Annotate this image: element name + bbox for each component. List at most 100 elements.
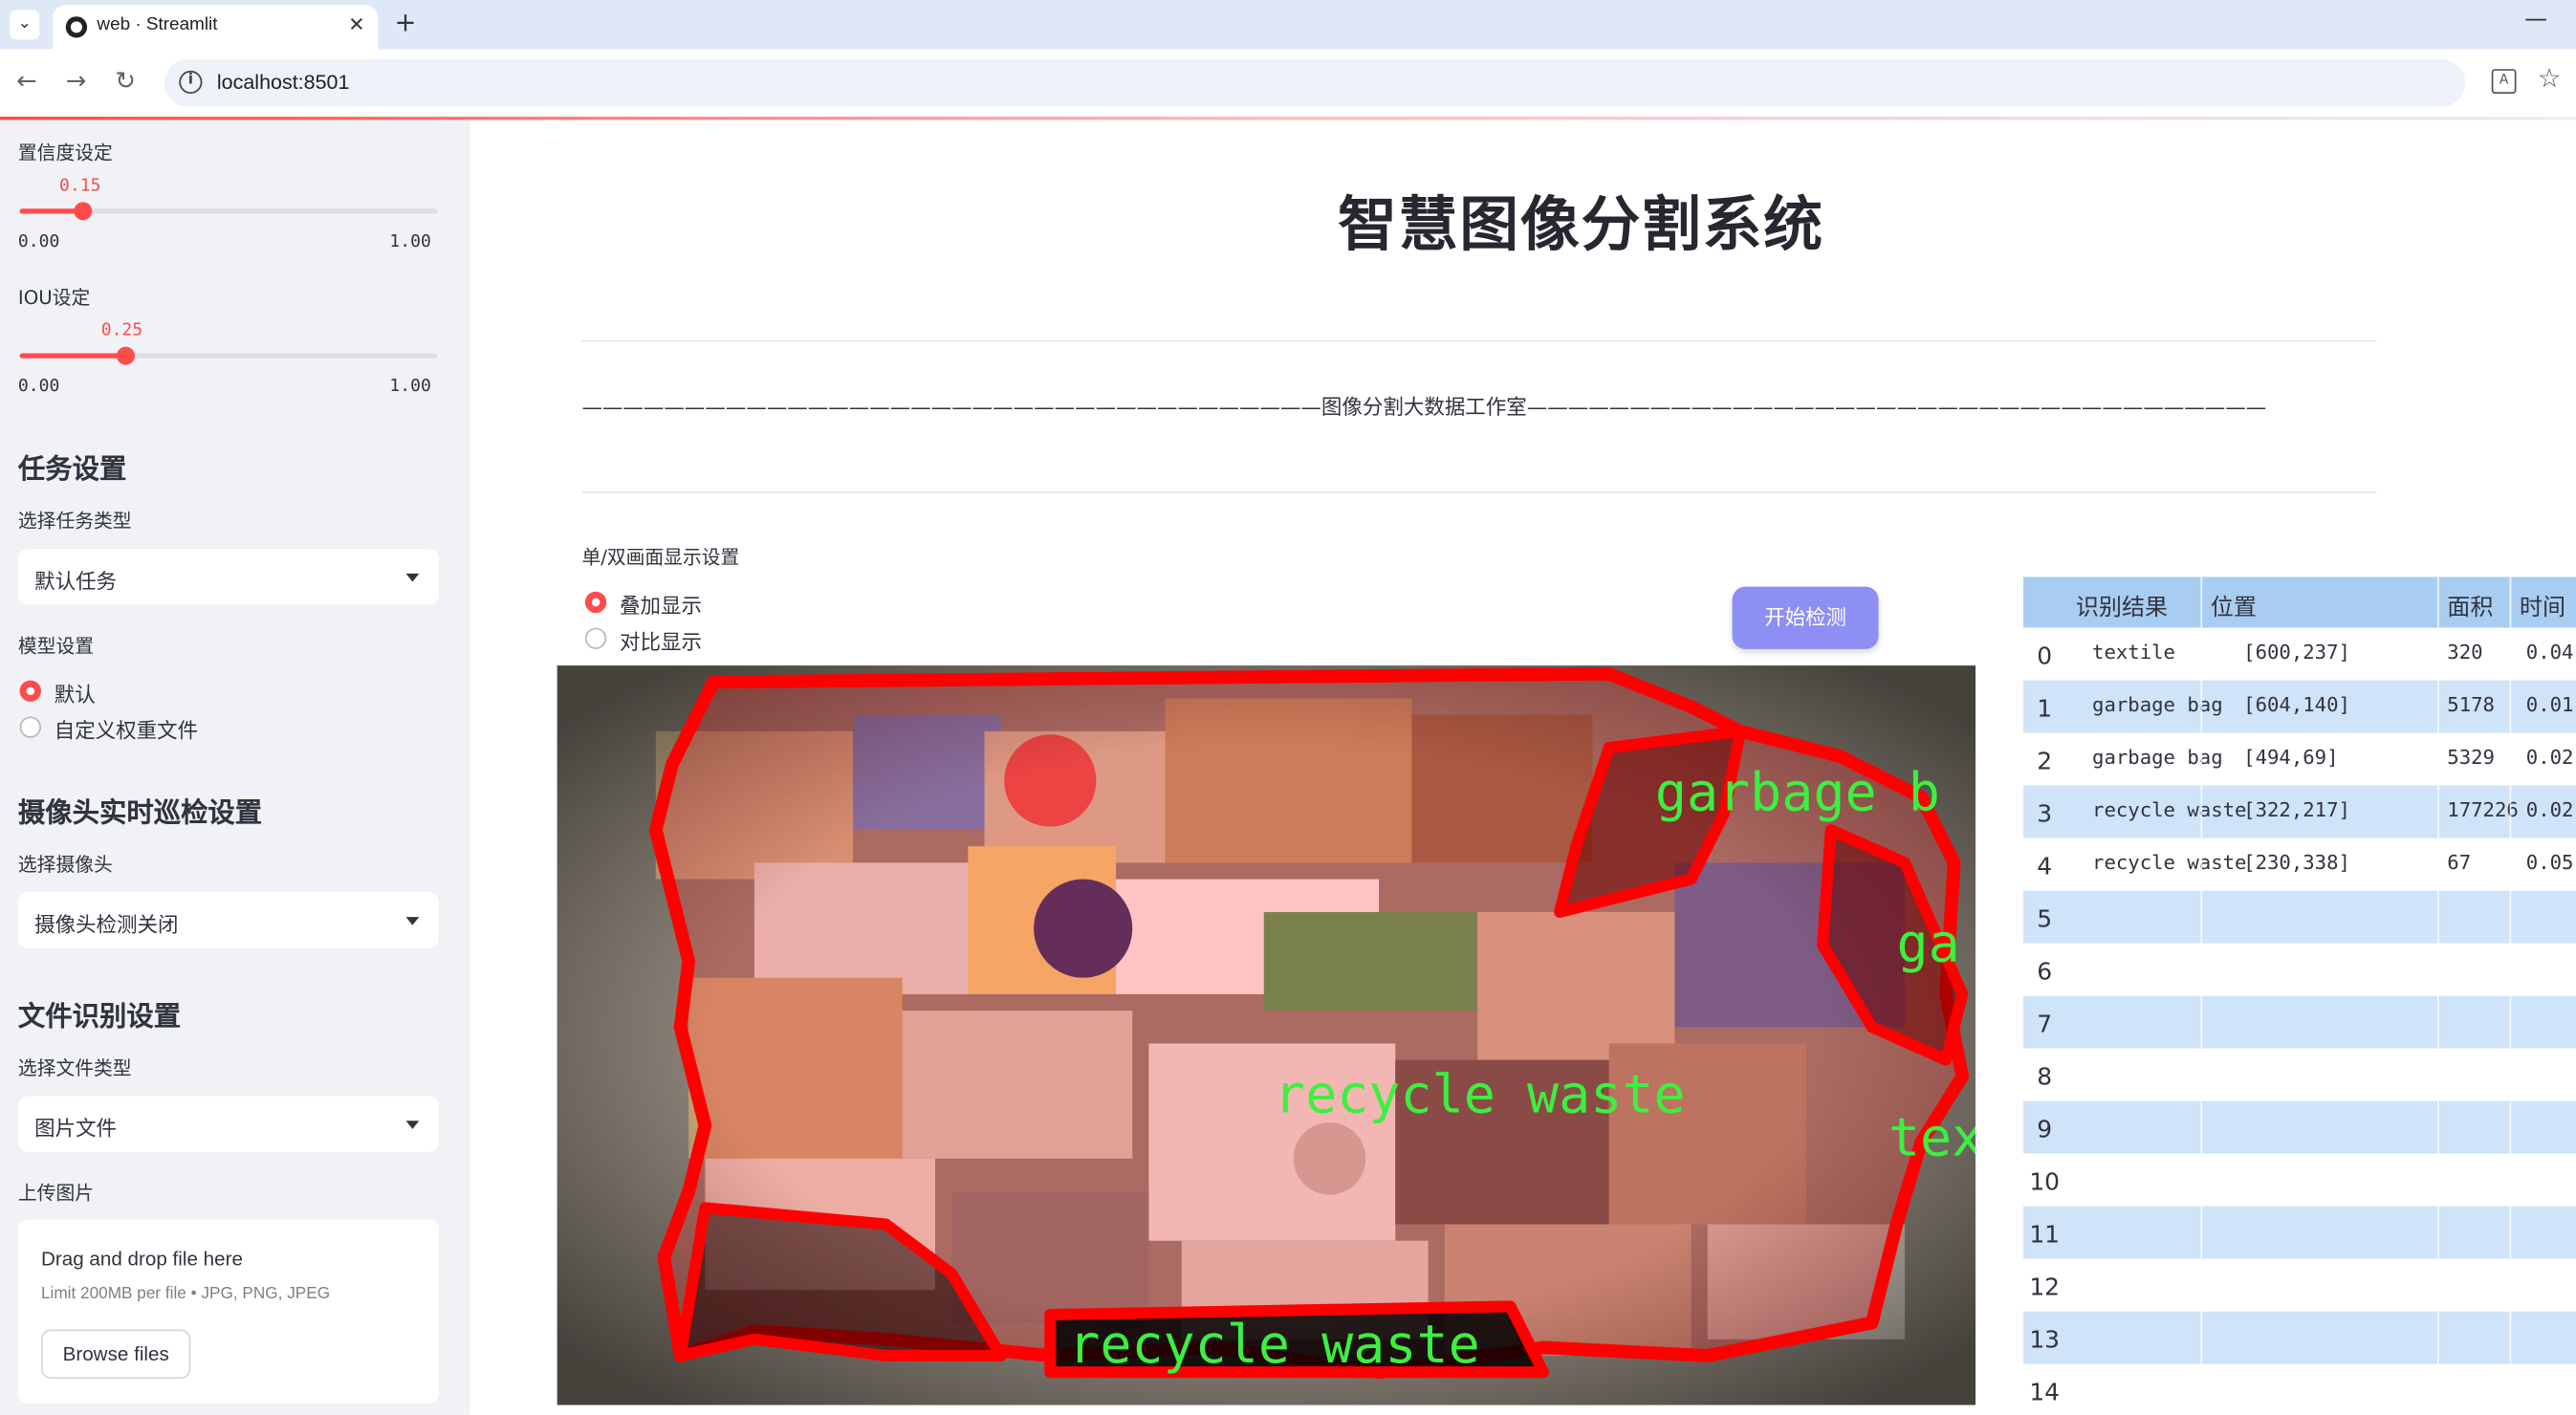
row-time: 0.04 <box>2525 641 2574 664</box>
row-area: 5178 <box>2447 693 2495 717</box>
camera-select-value: 摄像头检测关闭 <box>34 911 179 937</box>
display-option-compare: 对比显示 <box>619 629 702 655</box>
results-table[interactable]: 识别结果 位置 面积 时间 0 textile [600,237] 320 0.04 1 g… <box>2022 577 2576 1415</box>
row-index: 1 <box>2037 696 2053 724</box>
table-row[interactable]: 8 <box>2022 1048 2576 1101</box>
row-position: [230,338] <box>2243 851 2350 875</box>
row-index: 12 <box>2029 1274 2061 1302</box>
url-text[interactable]: localhost:8501 <box>217 71 350 94</box>
row-index: 8 <box>2037 1064 2053 1092</box>
streamlit-favicon-icon <box>65 16 88 38</box>
iou-value: 0.25 <box>100 320 143 340</box>
detection-label-garbage-bag-2: ga <box>1896 911 1960 975</box>
confidence-slider[interactable] <box>19 202 438 221</box>
upload-dropzone-title: Drag and drop file here <box>40 1247 243 1271</box>
url-bar[interactable]: i localhost:8501 <box>164 58 2466 107</box>
bookmark-star-icon[interactable]: ☆ <box>2538 62 2562 94</box>
task-type-select[interactable]: 默认任务 <box>17 549 439 605</box>
table-row[interactable]: 5 <box>2022 890 2576 944</box>
row-label: textile <box>2092 641 2175 664</box>
row-position: [494,69] <box>2243 746 2339 770</box>
row-area: 177226 <box>2447 798 2519 822</box>
table-row[interactable]: 9 <box>2022 1100 2576 1154</box>
chevron-down-icon <box>405 1121 420 1129</box>
forward-arrow-icon[interactable]: → <box>66 66 87 96</box>
tab-search-chevron-icon[interactable]: ⌄ <box>10 10 40 40</box>
radio-unselected-icon[interactable] <box>19 716 41 738</box>
site-info-icon[interactable]: i <box>179 70 203 94</box>
table-row[interactable]: 10 <box>2022 1153 2576 1207</box>
new-tab-plus-icon[interactable]: + <box>395 7 417 38</box>
iou-slider-thumb[interactable] <box>116 346 135 365</box>
table-row[interactable]: 6 <box>2022 943 2576 996</box>
row-time: 0.05 <box>2525 851 2574 875</box>
row-index: 9 <box>2037 1117 2053 1144</box>
header-result: 识别结果 <box>2075 595 2169 621</box>
table-header: 识别结果 位置 面积 时间 <box>2022 577 2576 628</box>
chevron-down-icon <box>405 917 420 925</box>
table-row[interactable]: 2 garbage bag [494,69] 5329 0.02 <box>2022 732 2576 786</box>
row-time: 0.02 <box>2525 746 2574 770</box>
radio-selected-icon[interactable] <box>19 680 41 702</box>
radio-unselected-icon[interactable] <box>584 627 607 649</box>
row-index: 3 <box>2037 801 2053 829</box>
camera-select-label: 选择摄像头 <box>17 853 113 877</box>
table-row[interactable]: 11 <box>2022 1206 2576 1259</box>
table-row[interactable]: 7 <box>2022 995 2576 1049</box>
start-detection-button[interactable]: 开始检测 <box>1732 586 1879 649</box>
row-label: recycle waste <box>2092 798 2247 822</box>
camera-settings-header: 摄像头实时巡检设置 <box>17 796 263 829</box>
table-row[interactable]: 14 <box>2022 1363 2576 1415</box>
row-position: [600,237] <box>2243 641 2350 664</box>
upload-limit-text: Limit 200MB per file • JPG, PNG, JPEG <box>40 1285 331 1304</box>
chevron-down-icon <box>405 573 420 582</box>
row-label: garbage bag <box>2092 693 2223 717</box>
table-row[interactable]: 12 <box>2022 1258 2576 1312</box>
radio-selected-icon[interactable] <box>584 591 607 614</box>
browse-files-button[interactable]: Browse files <box>40 1329 191 1380</box>
column-divider <box>2200 577 2203 1415</box>
tab-title: web · Streamlit <box>97 14 218 35</box>
column-divider <box>2436 577 2439 1415</box>
row-area: 320 <box>2447 641 2483 664</box>
file-uploader-dropzone[interactable]: Drag and drop file here Limit 200MB per … <box>17 1219 439 1404</box>
file-settings-header: 文件识别设置 <box>17 1000 182 1033</box>
display-option-overlay: 叠加显示 <box>619 593 702 619</box>
camera-select[interactable]: 摄像头检测关闭 <box>17 892 439 948</box>
table-row[interactable]: 0 textile [600,237] 320 0.04 <box>2022 627 2576 681</box>
browser-tab-bar: ⌄ web · Streamlit ✕ + — <box>0 0 2576 50</box>
browser-address-bar: ← → ↻ i localhost:8501 A ☆ <box>0 49 2576 118</box>
back-arrow-icon[interactable]: ← <box>16 66 37 96</box>
confidence-label: 置信度设定 <box>17 141 113 164</box>
model-settings-label: 模型设置 <box>17 634 94 658</box>
iou-slider[interactable] <box>19 346 438 365</box>
row-index: 14 <box>2029 1380 2061 1407</box>
header-time: 时间 <box>2519 595 2566 621</box>
row-time: 0.02 <box>2525 798 2574 822</box>
table-row[interactable]: 1 garbage bag [604,140] 5178 0.01 <box>2022 680 2576 733</box>
reload-icon[interactable]: ↻ <box>115 66 136 96</box>
table-row[interactable]: 13 <box>2022 1311 2576 1364</box>
row-index: 10 <box>2029 1169 2061 1197</box>
main-content: 智慧图像分割系统 ———————————————————————————————… <box>469 120 2576 1415</box>
row-area: 5329 <box>2447 746 2495 770</box>
row-index: 7 <box>2037 1012 2053 1039</box>
confidence-slider-thumb[interactable] <box>74 202 93 221</box>
iou-max: 1.00 <box>389 376 431 397</box>
table-row[interactable]: 4 recycle waste [230,338] 67 0.05 <box>2022 838 2576 891</box>
confidence-max: 1.00 <box>389 231 431 251</box>
iou-slider-fill <box>19 353 124 359</box>
iou-min: 0.00 <box>17 376 60 397</box>
model-option-default: 默认 <box>54 682 96 708</box>
file-type-select[interactable]: 图片文件 <box>17 1096 439 1152</box>
segmentation-result-image: garbage b ga recycle waste tex recycle w… <box>557 665 1976 1405</box>
header-position: 位置 <box>2210 595 2257 621</box>
divider-bottom <box>581 490 2377 493</box>
file-type-value: 图片文件 <box>34 1116 118 1141</box>
browser-tab[interactable]: web · Streamlit ✕ <box>53 5 379 50</box>
table-row[interactable]: 3 recycle waste [322,217] 177226 0.02 <box>2022 785 2576 838</box>
window-minimize-icon[interactable]: — <box>2524 7 2547 33</box>
translate-icon[interactable]: A <box>2491 69 2517 94</box>
confidence-value: 0.15 <box>59 175 101 196</box>
tab-close-icon[interactable]: ✕ <box>348 13 364 36</box>
